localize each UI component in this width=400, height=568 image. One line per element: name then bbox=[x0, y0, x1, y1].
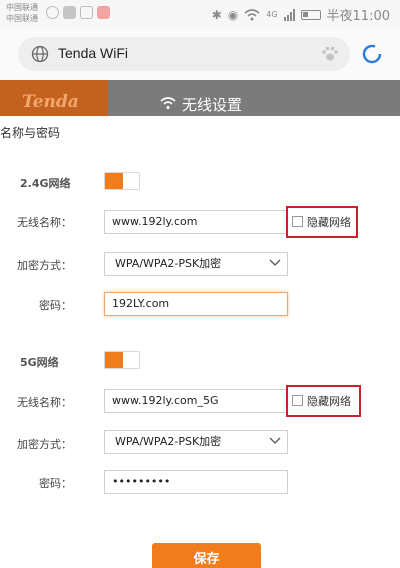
toggle-on-indicator bbox=[105, 352, 123, 368]
band-24-encryption-select[interactable]: WPA/WPA2-PSK加密 bbox=[104, 252, 288, 276]
signal-icon bbox=[283, 8, 295, 21]
carrier-label-2: 中国联通 bbox=[6, 14, 38, 23]
band-24-password-label: 密码： bbox=[39, 299, 72, 312]
status-icons: ✱ ◉ 4G 半夜11:00 bbox=[211, 5, 390, 25]
band-5-password-label: 密码： bbox=[39, 477, 72, 490]
status-bar: 中国联通 中国联通 ✱ ◉ 4G 半夜11:00 bbox=[0, 0, 400, 28]
notification-icons bbox=[46, 6, 110, 19]
app-notification-icon bbox=[46, 6, 59, 19]
band-24-hide-network-checkbox[interactable] bbox=[292, 216, 303, 227]
band-24-encryption-label: 加密方式： bbox=[17, 259, 72, 272]
band-5-password-input[interactable]: ••••••••• bbox=[104, 470, 288, 494]
band-24-hide-network-highlight: 隐藏网络 bbox=[286, 206, 358, 238]
save-button[interactable]: 保存 bbox=[152, 543, 261, 568]
band-5-encryption-select[interactable]: WPA/WPA2-PSK加密 bbox=[104, 430, 288, 454]
band-5-hide-network-label: 隐藏网络 bbox=[307, 395, 351, 408]
message-notification-icon bbox=[80, 6, 93, 19]
band-24-toggle[interactable] bbox=[104, 172, 140, 190]
band-24-hide-network-label: 隐藏网络 bbox=[307, 216, 351, 229]
bluetooth-icon: ✱ bbox=[211, 7, 222, 22]
logo-text: Tenda bbox=[22, 92, 79, 112]
toggle-on-indicator bbox=[105, 173, 123, 189]
carrier-label-1: 中国联通 bbox=[6, 3, 38, 12]
band-5-ssid-input[interactable]: www.192ly.com_5G bbox=[104, 389, 288, 413]
band-5-label: 5G网络 bbox=[20, 356, 59, 369]
clock: 半夜11:00 bbox=[326, 9, 390, 24]
eye-icon: ◉ bbox=[227, 7, 239, 22]
section-title: 名称与密码 bbox=[0, 126, 61, 140]
chevron-down-icon bbox=[269, 259, 281, 266]
band-5-encryption-label: 加密方式： bbox=[17, 438, 72, 451]
network-type-label: 4G bbox=[266, 10, 278, 19]
band-24-ssid-label: 无线名称： bbox=[17, 216, 72, 229]
globe-icon bbox=[31, 45, 49, 63]
chat-notification-icon bbox=[63, 6, 76, 19]
paw-icon[interactable] bbox=[320, 44, 340, 64]
band-5-encryption-value: WPA/WPA2-PSK加密 bbox=[115, 435, 222, 448]
router-header: Tenda 无线设置 bbox=[0, 80, 400, 116]
reload-icon[interactable] bbox=[360, 42, 384, 66]
band-24-password-input[interactable]: 192LY.com bbox=[104, 292, 288, 316]
url-text: Tenda WiFi bbox=[58, 45, 129, 61]
page-title: 无线设置 bbox=[182, 96, 243, 114]
chevron-down-icon bbox=[269, 437, 281, 444]
wifi-settings-icon bbox=[160, 97, 176, 110]
tenda-logo: Tenda bbox=[0, 80, 108, 116]
band-24-encryption-value: WPA/WPA2-PSK加密 bbox=[115, 257, 222, 270]
url-field[interactable]: Tenda WiFi bbox=[18, 37, 350, 71]
alert-notification-icon bbox=[97, 6, 110, 19]
band-5-hide-network-checkbox[interactable] bbox=[292, 395, 303, 406]
band-5-toggle[interactable] bbox=[104, 351, 140, 369]
band-5-hide-network-highlight: 隐藏网络 bbox=[286, 385, 361, 417]
browser-address-bar: Tenda WiFi bbox=[0, 28, 400, 80]
wifi-icon bbox=[244, 8, 260, 20]
band-5-ssid-label: 无线名称： bbox=[17, 396, 72, 409]
band-24-ssid-input[interactable]: www.192ly.com bbox=[104, 210, 288, 234]
battery-icon bbox=[300, 9, 321, 20]
band-24-label: 2.4G网络 bbox=[20, 177, 71, 190]
